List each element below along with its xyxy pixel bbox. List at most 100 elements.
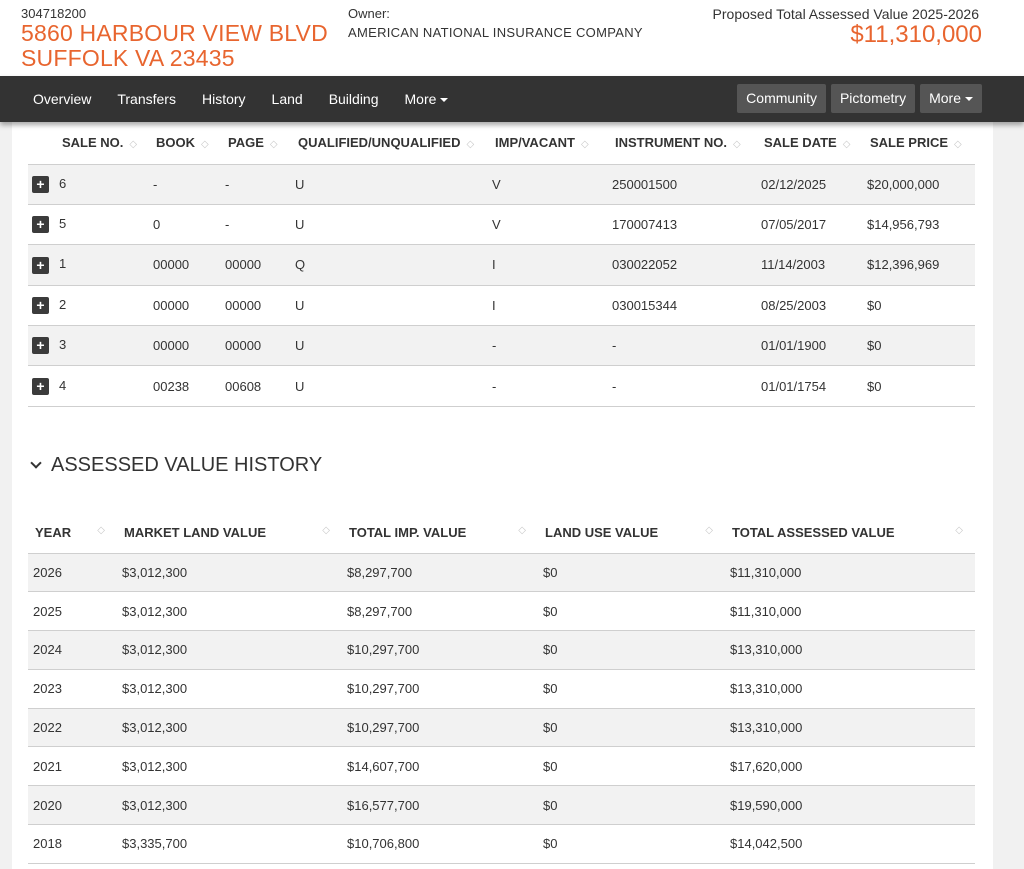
cell-year: 2024 xyxy=(28,630,117,670)
col-page[interactable]: PAGE ◇ xyxy=(211,122,281,165)
col-total-imp-value[interactable]: TOTAL IMP. VALUE ◇ xyxy=(342,513,538,554)
cell-land-use-value: $0 xyxy=(538,591,725,632)
parcel-id: 304718200 xyxy=(21,6,87,21)
table-row: +6 - - U V 250001500 02/12/2025 $20,000,… xyxy=(28,164,975,205)
cell-total-assessed-value: $14,042,500 xyxy=(725,824,975,864)
expand-icon[interactable]: + xyxy=(32,256,49,274)
caret-down-icon xyxy=(440,98,449,103)
cell-market-land-value: $3,012,300 xyxy=(117,785,342,826)
cell-page: 00608 xyxy=(211,365,281,407)
cell-land-use-value: $0 xyxy=(538,746,725,787)
cell-sale-date: 01/01/1900 xyxy=(747,325,853,367)
cell-instrument-no: 250001500 xyxy=(598,164,747,205)
table-row: +5 0 - U V 170007413 07/05/2017 $14,956,… xyxy=(28,204,975,246)
cell-total-imp-value: $8,297,700 xyxy=(342,553,538,593)
cell-land-use-value: $0 xyxy=(538,708,725,748)
assessed-value-history-toggle[interactable]: ASSESSED VALUE HISTORY xyxy=(30,454,322,477)
pictometry-button[interactable]: Pictometry xyxy=(830,84,916,113)
col-book[interactable]: BOOK ◇ xyxy=(139,122,211,165)
cell-imp-vacant: - xyxy=(478,325,598,367)
cell-book: 00238 xyxy=(139,365,211,407)
table-row: +2 00000 00000 U I 030015344 08/25/2003 … xyxy=(28,285,975,327)
main-nav: Overview Transfers History Land Building… xyxy=(0,76,1024,122)
col-sale-price[interactable]: SALE PRICE ◇ xyxy=(853,122,975,165)
table-row: +1 00000 00000 Q I 030022052 11/14/2003 … xyxy=(28,244,975,286)
cell-instrument-no: - xyxy=(598,325,747,367)
table-row: +4 00238 00608 U - - 01/01/1754 $0 xyxy=(28,365,975,407)
expand-icon[interactable]: + xyxy=(32,337,49,355)
cell-land-use-value: $0 xyxy=(538,824,725,864)
cell-market-land-value: $3,012,300 xyxy=(117,708,342,748)
cell-year: 2022 xyxy=(28,708,117,748)
cell-total-imp-value: $10,297,700 xyxy=(342,630,538,670)
expand-icon[interactable]: + xyxy=(32,175,49,193)
col-market-land-value[interactable]: MARKET LAND VALUE ◇ xyxy=(117,513,342,554)
more-button[interactable]: More xyxy=(920,84,982,113)
address-line-2: SUFFOLK VA 23435 xyxy=(21,45,235,71)
table-row: 2023 $3,012,300 $10,297,700 $0 $13,310,0… xyxy=(28,669,975,709)
cell-imp-vacant: I xyxy=(478,285,598,327)
proposed-value-amount: $11,310,000 xyxy=(850,21,982,48)
cell-land-use-value: $0 xyxy=(538,553,725,593)
col-imp-vacant[interactable]: IMP/VACANT ◇ xyxy=(478,122,598,165)
nav-building[interactable]: Building xyxy=(316,76,392,122)
cell-market-land-value: $3,335,700 xyxy=(117,824,342,864)
community-button[interactable]: Community xyxy=(737,84,826,113)
table-row: 2020 $3,012,300 $16,577,700 $0 $19,590,0… xyxy=(28,785,975,826)
cell-total-imp-value: $16,577,700 xyxy=(342,785,538,826)
cell-sale-price: $20,000,000 xyxy=(853,164,975,205)
expand-icon[interactable]: + xyxy=(32,377,49,395)
col-sale-date[interactable]: SALE DATE ◇ xyxy=(747,122,853,165)
col-instrument-no[interactable]: INSTRUMENT NO. ◇ xyxy=(598,122,747,165)
cell-qualified: U xyxy=(281,204,478,246)
sort-icon: ◇ xyxy=(322,525,330,537)
cell-total-imp-value: $8,297,700 xyxy=(342,591,538,632)
cell-sale-no: +2 xyxy=(28,285,139,327)
cell-market-land-value: $3,012,300 xyxy=(117,746,342,787)
nav-links: Overview Transfers History Land Building… xyxy=(20,76,461,122)
nav-overview[interactable]: Overview xyxy=(20,76,104,122)
cell-page: 00000 xyxy=(211,325,281,367)
cell-book: 00000 xyxy=(139,244,211,286)
col-sale-no[interactable]: SALE NO. ◇ xyxy=(28,122,139,165)
cell-page: 00000 xyxy=(211,244,281,286)
cell-instrument-no: 030022052 xyxy=(598,244,747,286)
cell-qualified: Q xyxy=(281,244,478,286)
cell-book: 00000 xyxy=(139,325,211,367)
cell-qualified: U xyxy=(281,325,478,367)
nav-history[interactable]: History xyxy=(189,76,259,122)
content-card: SALE NO. ◇ BOOK ◇ PAGE ◇ QUALIFIED/UNQUALIF… xyxy=(12,122,993,869)
nav-more-dropdown[interactable]: More xyxy=(392,76,462,122)
cell-sale-price: $12,396,969 xyxy=(853,244,975,286)
cell-year: 2020 xyxy=(28,785,117,826)
cell-imp-vacant: V xyxy=(478,164,598,205)
cell-sale-no: +6 xyxy=(28,164,139,205)
cell-sale-price: $14,956,793 xyxy=(853,204,975,246)
cell-total-imp-value: $10,297,700 xyxy=(342,669,538,709)
cell-total-assessed-value: $19,590,000 xyxy=(725,785,975,826)
sort-icon: ◇ xyxy=(129,139,138,151)
proposed-value-label: Proposed Total Assessed Value 2025-2026 xyxy=(712,6,979,22)
col-land-use-value[interactable]: LAND USE VALUE ◇ xyxy=(538,513,725,554)
cell-book: - xyxy=(139,164,211,205)
address-line-1: 5860 HARBOUR VIEW BLVD xyxy=(21,20,328,46)
nav-land[interactable]: Land xyxy=(259,76,316,122)
col-year[interactable]: YEAR ◇ xyxy=(28,513,117,554)
cell-qualified: U xyxy=(281,164,478,205)
cell-sale-price: $0 xyxy=(853,285,975,327)
cell-total-assessed-value: $17,620,000 xyxy=(725,746,975,787)
sort-icon: ◇ xyxy=(955,525,963,537)
expand-icon[interactable]: + xyxy=(32,296,49,314)
cell-total-assessed-value: $11,310,000 xyxy=(725,553,975,593)
cell-total-imp-value: $14,607,700 xyxy=(342,746,538,787)
cell-total-assessed-value: $13,310,000 xyxy=(725,669,975,709)
assessed-value-history-table: YEAR ◇ MARKET LAND VALUE ◇ TOTAL IMP. VALU… xyxy=(28,513,975,864)
nav-transfers[interactable]: Transfers xyxy=(104,76,189,122)
cell-page: - xyxy=(211,204,281,246)
owner-label: Owner: xyxy=(348,6,390,21)
expand-icon[interactable]: + xyxy=(32,216,49,234)
cell-qualified: U xyxy=(281,285,478,327)
table-row: +3 00000 00000 U - - 01/01/1900 $0 xyxy=(28,325,975,367)
col-total-assessed-value[interactable]: TOTAL ASSESSED VALUE ◇ xyxy=(725,513,975,554)
col-qualified[interactable]: QUALIFIED/UNQUALIFIED ◇ xyxy=(281,122,478,165)
